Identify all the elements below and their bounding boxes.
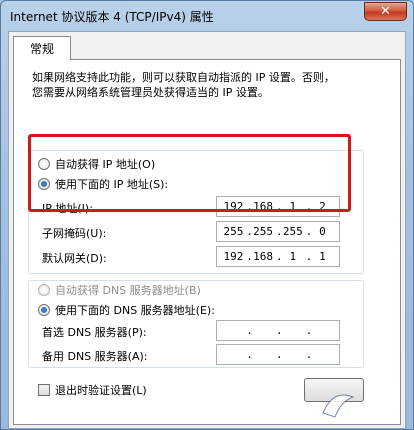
subnet-mask-row: 子网掩码(U): 255. 255. 255. 0 <box>38 221 358 243</box>
description-text: 如果网络支持此功能，则可以获取自动指派的 IP 设置。否则， 您需要从网络系统管… <box>32 70 392 100</box>
validate-on-exit-label: 退出时验证设置(L) <box>55 384 147 397</box>
window-title: Internet 协议版本 4 (TCP/IPv4) 属性 <box>10 10 214 24</box>
alternate-dns-input[interactable]: . . . <box>216 344 340 365</box>
octet: 1 <box>289 250 297 263</box>
octet: 192 <box>223 250 244 263</box>
alternate-dns-row: 备用 DNS 服务器(A): . . . <box>38 344 358 366</box>
subnet-mask-label: 子网掩码(U): <box>42 227 107 240</box>
octet: 0 <box>319 225 326 238</box>
title-bar[interactable]: Internet 协议版本 4 (TCP/IPv4) 属性 ✕ <box>1 1 413 31</box>
default-gateway-input[interactable]: 192. 168. 1. 1 <box>216 246 340 267</box>
manual-dns-radio[interactable] <box>38 304 50 316</box>
validate-on-exit-checkbox[interactable] <box>38 384 50 396</box>
auto-dns-label: 自动获得 DNS 服务器地址(B) <box>55 284 201 297</box>
tab-general[interactable]: 常规 <box>13 36 71 60</box>
octet: 1 <box>319 250 326 263</box>
properties-window: Internet 协议版本 4 (TCP/IPv4) 属性 ✕ 常规 如果网络支… <box>0 0 414 430</box>
close-button[interactable]: ✕ <box>364 2 407 21</box>
preferred-dns-input[interactable]: . . . <box>216 320 340 341</box>
default-gateway-row: 默认网关(D): 192. 168. 1. 1 <box>38 246 358 268</box>
subnet-mask-input[interactable]: 255. 255. 255. 0 <box>216 221 340 242</box>
octet: 255 <box>223 225 244 238</box>
octet: 255 <box>253 225 274 238</box>
preferred-dns-row: 首选 DNS 服务器(P): . . . <box>38 320 358 342</box>
dialog-body: 常规 如果网络支持此功能，则可以获取自动指派的 IP 设置。否则， 您需要从网络… <box>8 31 406 429</box>
manual-dns-label: 使用下面的 DNS 服务器地址(E): <box>55 304 215 317</box>
manual-dns-option[interactable]: 使用下面的 DNS 服务器地址(E): <box>38 302 215 318</box>
octet: 168 <box>253 250 274 263</box>
preferred-dns-label: 首选 DNS 服务器(P): <box>42 326 147 339</box>
auto-dns-radio[interactable] <box>38 284 50 296</box>
general-tab-panel: 如果网络支持此功能，则可以获取自动指派的 IP 设置。否则， 您需要从网络系统管… <box>13 59 401 425</box>
auto-dns-option[interactable]: 自动获得 DNS 服务器地址(B) <box>38 282 201 298</box>
description-line-2: 您需要从网络系统管理员处获得适当的 IP 设置。 <box>32 86 269 99</box>
default-gateway-label: 默认网关(D): <box>42 252 107 265</box>
octet: 255 <box>282 225 303 238</box>
alternate-dns-label: 备用 DNS 服务器(A): <box>42 350 148 363</box>
close-icon: ✕ <box>380 4 391 19</box>
description-line-1: 如果网络支持此功能，则可以获取自动指派的 IP 设置。否则， <box>32 71 335 84</box>
advanced-button[interactable] <box>304 378 364 402</box>
dns-fields: 首选 DNS 服务器(P): . . . 备用 DNS 服务器(A): . . … <box>38 320 358 370</box>
tab-general-label: 常规 <box>29 42 54 56</box>
validate-on-exit-option[interactable]: 退出时验证设置(L) <box>38 382 147 398</box>
highlight-frame <box>28 134 351 212</box>
